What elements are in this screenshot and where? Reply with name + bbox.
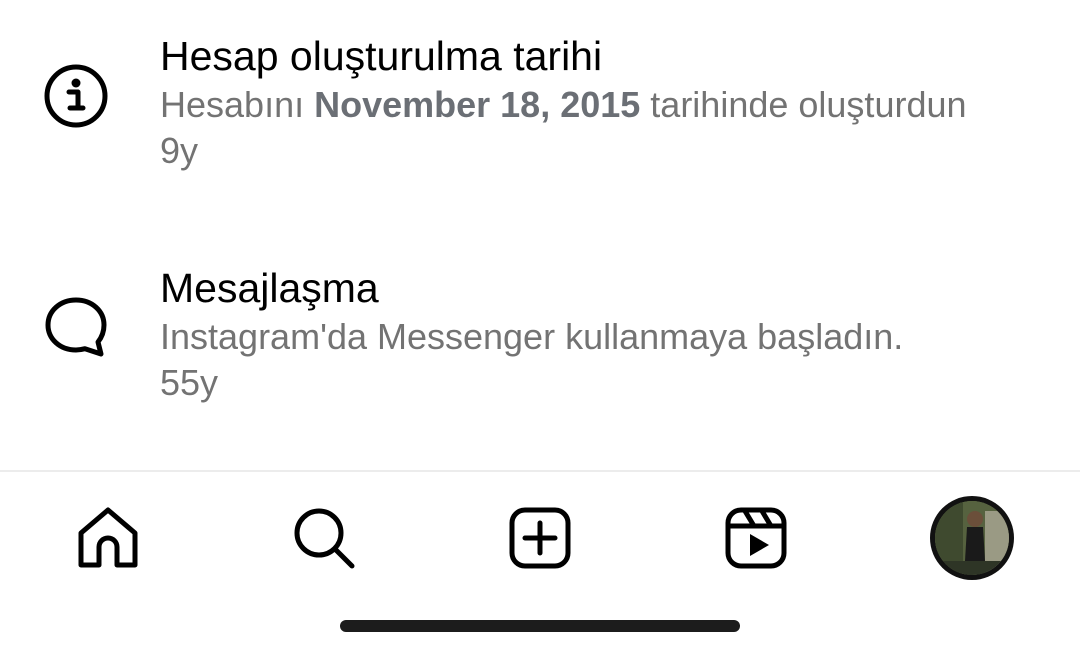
tab-profile[interactable] bbox=[930, 496, 1014, 580]
reels-icon bbox=[725, 507, 787, 569]
account-created-row[interactable]: Hesap oluşturulma tarihi Hesabını Novemb… bbox=[0, 30, 1080, 190]
messaging-time: 55y bbox=[160, 362, 219, 403]
message-bubble-icon bbox=[42, 294, 110, 362]
home-indicator[interactable] bbox=[340, 620, 740, 632]
desc-suffix: tarihinde oluşturdun bbox=[640, 84, 967, 125]
activity-list: Hesap oluşturulma tarihi Hesabını Novemb… bbox=[0, 0, 1080, 470]
tab-create[interactable] bbox=[504, 502, 576, 574]
tab-search[interactable] bbox=[288, 502, 360, 574]
create-icon bbox=[509, 507, 571, 569]
messaging-row[interactable]: Mesajlaşma Instagram'da Messenger kullan… bbox=[0, 262, 1080, 422]
desc-prefix: Hesabını bbox=[160, 84, 315, 125]
info-icon bbox=[42, 62, 110, 130]
profile-photo bbox=[935, 501, 1009, 575]
messaging-description: Instagram'da Messenger kullanmaya başlad… bbox=[160, 316, 904, 357]
account-created-time: 9y bbox=[160, 130, 199, 171]
messaging-title: Mesajlaşma bbox=[160, 265, 379, 311]
account-created-description: Hesabını November 18, 2015 tarihinde olu… bbox=[160, 82, 1060, 128]
profile-avatar bbox=[930, 496, 1014, 580]
account-created-title: Hesap oluşturulma tarihi bbox=[160, 33, 603, 79]
search-icon bbox=[294, 508, 355, 569]
home-icon bbox=[78, 507, 138, 568]
tab-reels[interactable] bbox=[720, 502, 792, 574]
tab-home[interactable] bbox=[72, 502, 144, 574]
bottom-tab-bar bbox=[0, 472, 1080, 606]
created-date: November 18, 2015 bbox=[314, 84, 641, 125]
